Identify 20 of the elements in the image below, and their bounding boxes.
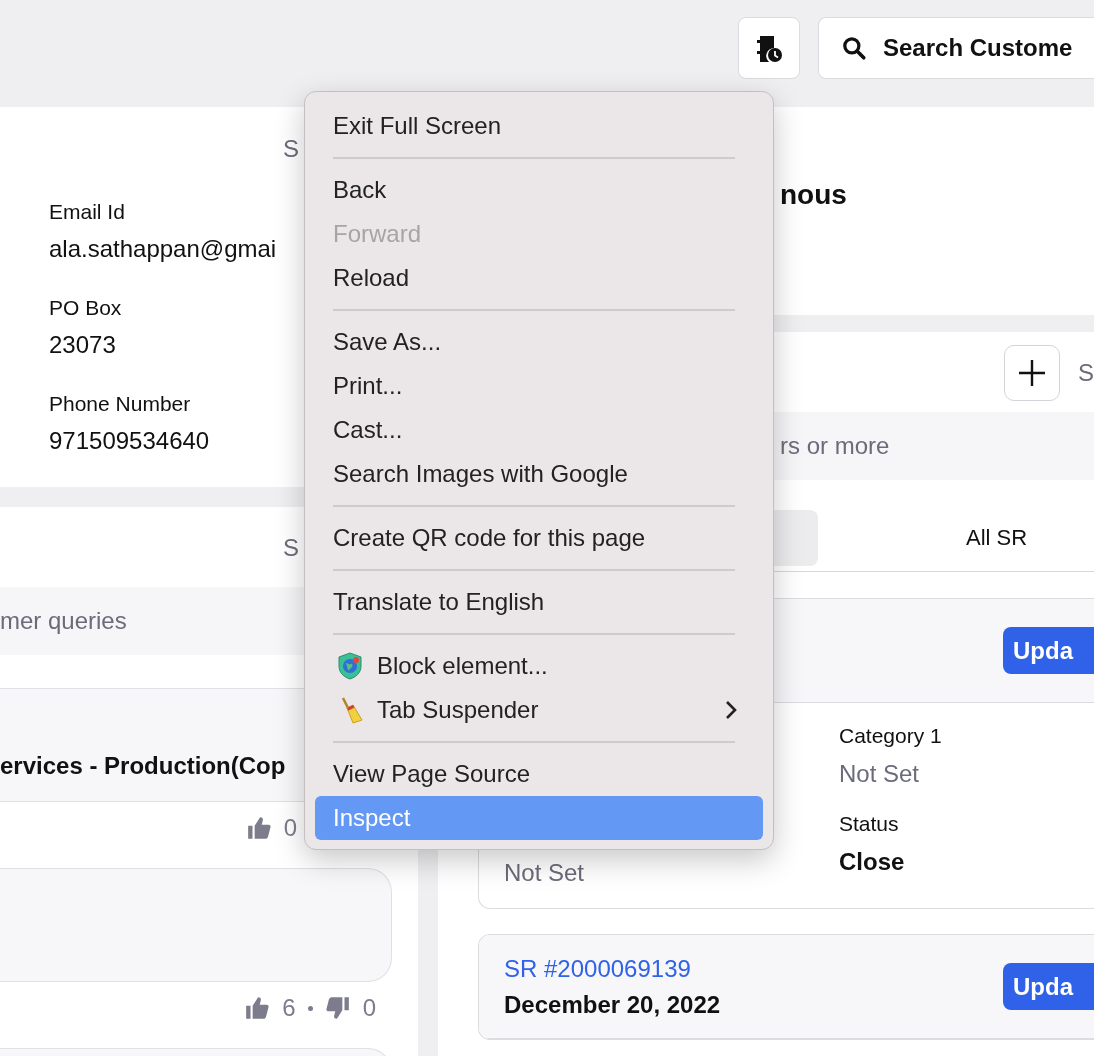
panel-heading: S	[1078, 358, 1094, 387]
field-label: Category 1	[839, 723, 942, 749]
field-value: Close	[839, 847, 906, 877]
field-label: Phone Number	[49, 391, 192, 417]
panel-heading: S	[283, 534, 299, 561]
field-value: 23073	[49, 330, 116, 360]
field-value: ala.sathappan@gmai	[49, 234, 277, 264]
field-value: Not Set	[504, 858, 586, 888]
field-value: Not Set	[839, 759, 921, 789]
field-value: 971509534640	[49, 426, 210, 456]
customer-name: nous	[780, 179, 847, 211]
field-label: Status	[839, 811, 900, 837]
article-title: ervices - Production(Cop	[0, 752, 286, 780]
request-date: December 20, 2022	[504, 990, 721, 1019]
field-label: PO Box	[49, 295, 123, 321]
like-count: 0	[283, 813, 297, 843]
dislike-count: 0	[362, 993, 376, 1023]
card-heading: S	[283, 135, 299, 162]
like-count: 6	[282, 993, 296, 1023]
field-label: Email Id	[49, 199, 126, 225]
